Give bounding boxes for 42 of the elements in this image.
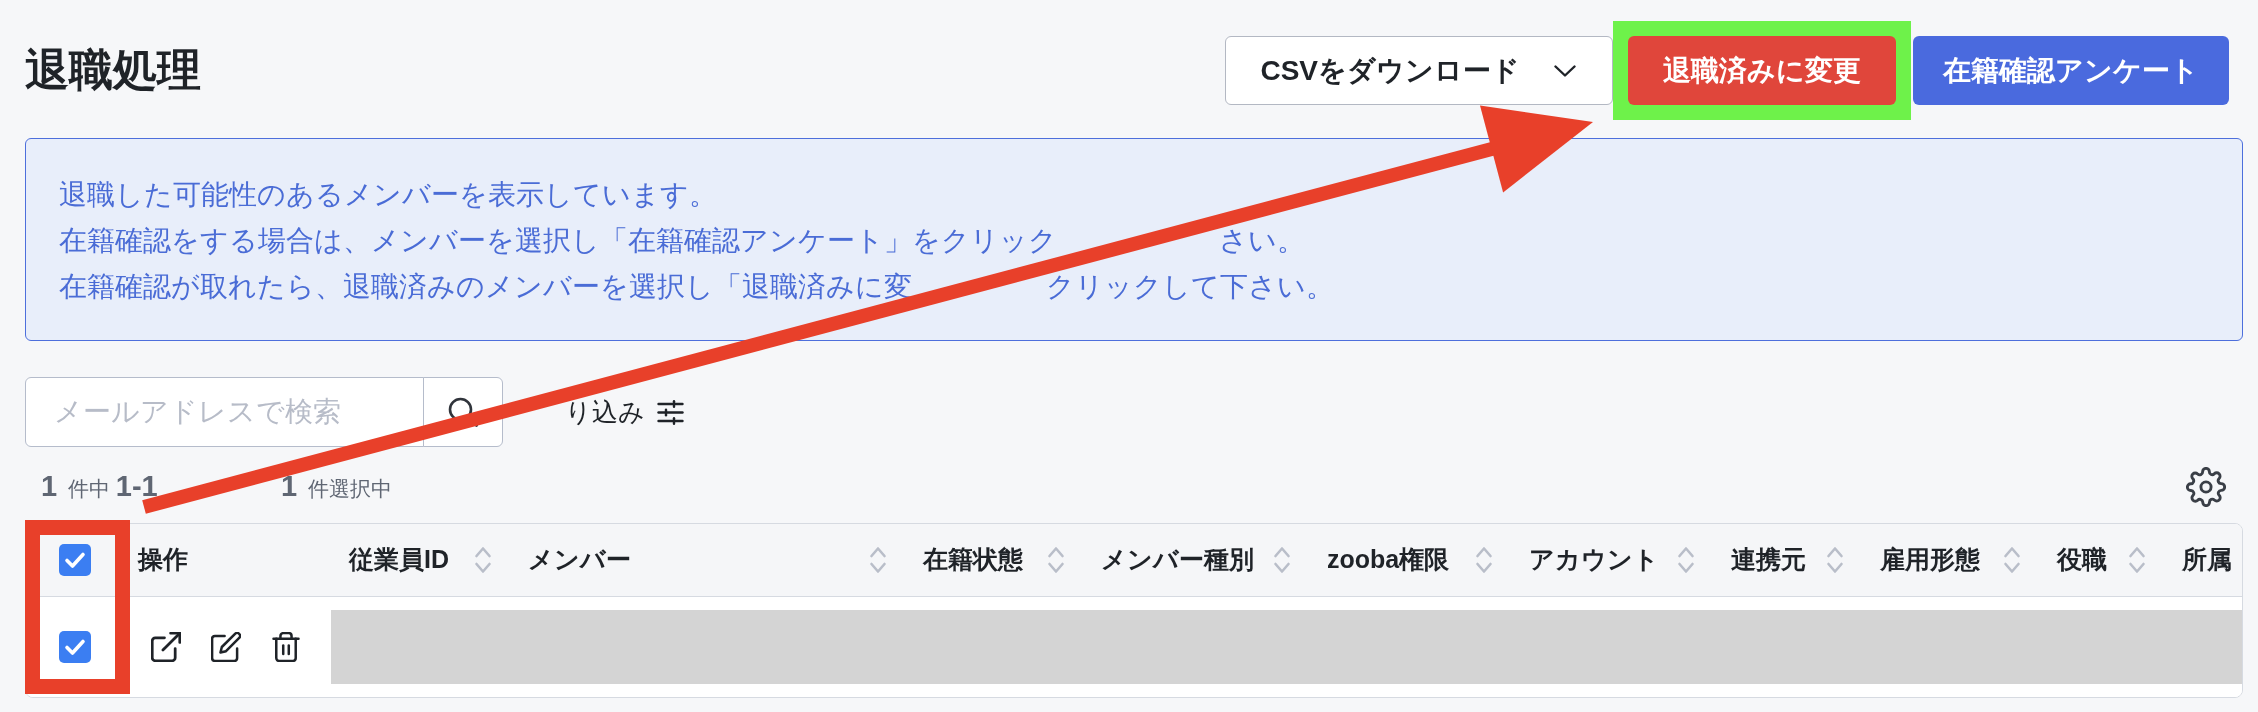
chevron-up-down-icon[interactable] [1826,545,1844,575]
notice-text: クリックして下さい。 [1045,270,1334,305]
column-header: 操作 [138,544,188,576]
chevron-up-down-icon[interactable] [2128,545,2146,575]
column-header[interactable]: メンバー [528,541,631,579]
notice-text: 在籍確認をする場合は、メンバーを選択し「在籍確認アンケート」をクリック [59,224,1057,259]
mark-retired-button[interactable]: 退職済みに変更 [1628,36,1896,105]
notice-text: さい。 [1218,224,1305,259]
chevron-up-down-icon[interactable] [869,545,887,575]
checkbox[interactable] [59,631,91,663]
sliders-icon [657,399,684,425]
page-title: 退職処理 [25,46,201,95]
download-dropdown-button[interactable]: CSVをダウンロード [1225,36,1613,105]
column-header[interactable]: 雇用形態 [1880,541,1980,579]
column-header[interactable]: メンバー種別 [1101,541,1254,579]
checkbox[interactable] [59,544,91,576]
column-header[interactable]: zooba権限 [1327,541,1450,579]
chevron-up-down-icon[interactable] [474,545,492,575]
selection-count: 1 件選択中 [281,469,392,505]
column-header: 所属 [2182,544,2232,576]
column-header[interactable]: 役職 [2057,541,2107,579]
chevron-up-down-icon[interactable] [1475,545,1493,575]
trash-icon[interactable] [271,632,301,662]
result-count: 1 件中 1-1 [41,469,159,505]
notice-text: 退職した可能性のあるメンバーを表示しています。 [59,178,717,213]
chevron-up-down-icon[interactable] [1677,545,1695,575]
chevron-up-down-icon[interactable] [1047,545,1065,575]
search-field[interactable]: メールアドレスで検索 [25,377,424,447]
filter-button[interactable]: り込み [565,392,684,432]
chevron-up-down-icon[interactable] [1273,545,1291,575]
chevron-down-icon [1554,64,1576,77]
pencil-square-icon[interactable] [211,632,241,662]
survey-button[interactable]: 在籍確認アンケート [1913,36,2229,105]
column-header[interactable]: 連携元 [1731,541,1806,579]
box-arrow-icon[interactable] [151,632,181,662]
settings-icon[interactable] [2186,467,2226,507]
notice-text: 在籍確認が取れたら、退職済みのメンバーを選択し「退職済みに変 [59,270,912,305]
column-header[interactable]: 在籍状態 [923,541,1023,579]
column-header[interactable]: 従業員ID [349,541,449,579]
chevron-up-down-icon[interactable] [2003,545,2021,575]
search-icon [448,397,478,427]
column-header[interactable]: アカウント [1529,541,1659,579]
